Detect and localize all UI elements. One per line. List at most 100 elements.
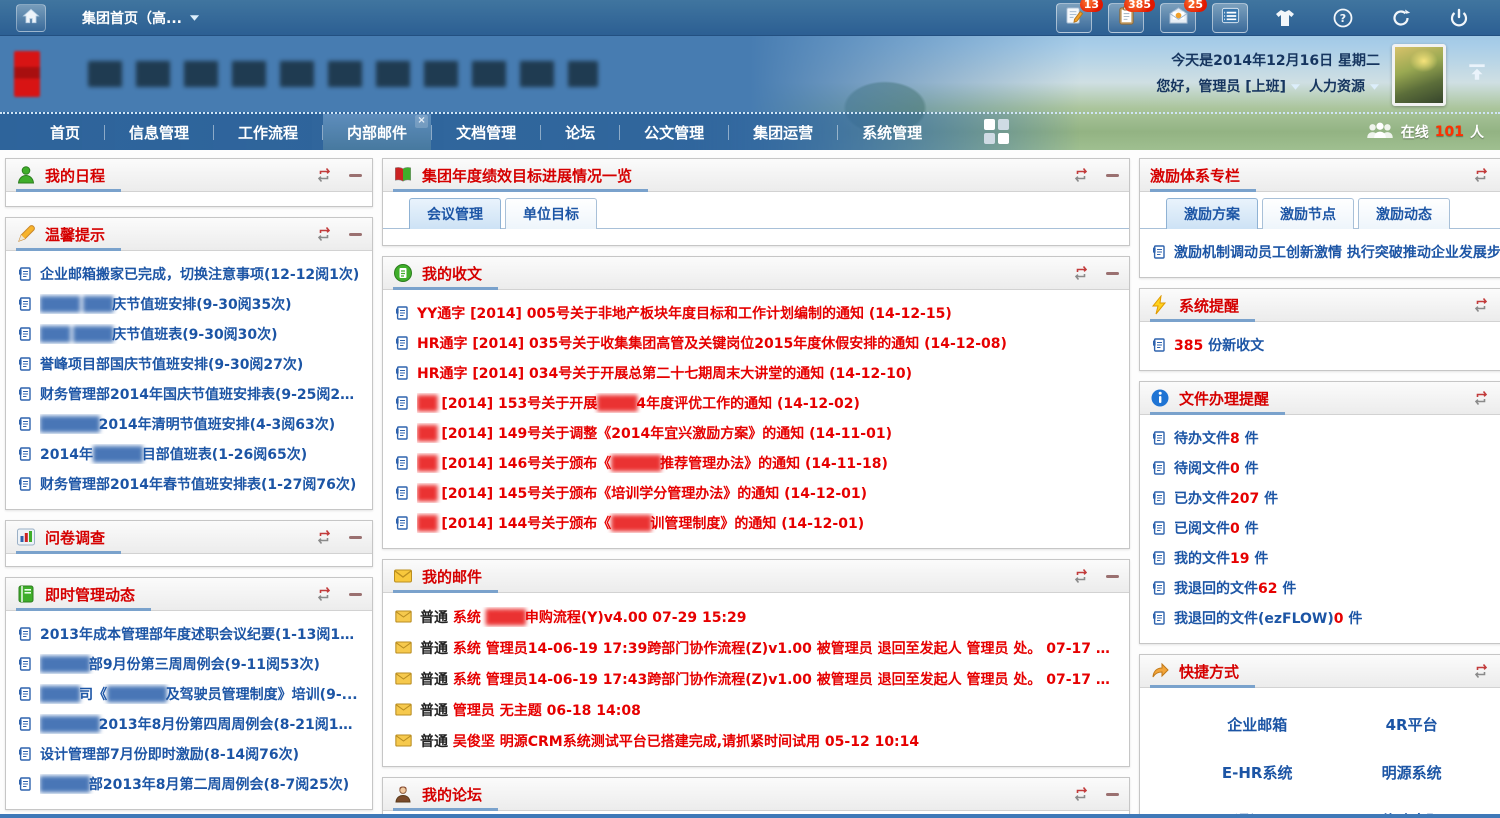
list-item[interactable]: █████部2013年8月第二周周例会(8-7阅25次)	[18, 769, 360, 799]
refresh-icon[interactable]	[1472, 390, 1490, 406]
tab-激励方案[interactable]: 激励方案	[1166, 198, 1258, 229]
nav-item-label: 信息管理	[129, 122, 189, 143]
list-item[interactable]: YY通字 [2014] 005号关于非地产板块年度目标和工作计划编制的通知 (1…	[395, 298, 1117, 328]
nav-item-集团运营[interactable]: 集团运营	[729, 114, 837, 150]
collapse-icon[interactable]	[1106, 272, 1119, 275]
mail-button[interactable]: 25	[1160, 3, 1196, 33]
collapse-icon[interactable]	[349, 593, 362, 596]
compose-button[interactable]: 13	[1056, 3, 1092, 33]
list-item[interactable]: ██████2013年8月份第四周周例会(8-21阅18次)	[18, 709, 360, 739]
collapse-header-button[interactable]	[1466, 62, 1488, 86]
list-item[interactable]: 普通 系统 管理员14-06-19 17:43跨部门协作流程(Z)v1.00 被…	[395, 663, 1117, 694]
list-item[interactable]: 普通 系统 管理员14-06-19 17:39跨部门协作流程(Z)v1.00 被…	[395, 632, 1117, 663]
shortcut-link[interactable]: 企业邮箱	[1227, 714, 1287, 735]
list-item[interactable]: 我退回的文件(ezFLOW)0 件	[1152, 603, 1500, 633]
apps-grid-icon[interactable]	[984, 119, 1010, 145]
refresh-icon[interactable]	[315, 167, 333, 183]
avatar[interactable]	[1392, 44, 1446, 106]
panel-list: 激励机制调动员工创新激情 执行突破推动企业发展步...	[1140, 229, 1500, 277]
list-item[interactable]: 设计管理部7月份即时激励(8-14阅76次)	[18, 739, 360, 769]
tab-激励动态[interactable]: 激励动态	[1358, 198, 1450, 229]
collapse-icon[interactable]	[349, 536, 362, 539]
nav-item-论坛[interactable]: 论坛	[541, 114, 619, 150]
list-item[interactable]: 普通 系统 ████申购流程(Y)v4.00 07-29 15:29	[395, 601, 1117, 632]
refresh-icon[interactable]	[1072, 786, 1090, 802]
refresh-icon[interactable]	[315, 586, 333, 602]
list-item[interactable]: 激励机制调动员工创新激情 执行突破推动企业发展步...	[1152, 237, 1500, 267]
list-item[interactable]: HR通字 [2014] 035号关于收集集团高管及关键岗位2015年度休假安排的…	[395, 328, 1117, 358]
list-item[interactable]: ███ ████庆节值班表(9-30阅30次)	[18, 319, 360, 349]
refresh-icon[interactable]	[315, 226, 333, 242]
refresh-icon[interactable]	[1072, 265, 1090, 281]
collapse-icon[interactable]	[349, 233, 362, 236]
nav-item-公文管理[interactable]: 公文管理	[620, 114, 728, 150]
nav-item-系统管理[interactable]: 系统管理	[838, 114, 946, 150]
doc-item-icon	[18, 717, 32, 731]
list-item[interactable]: ██████2014年清明节值班安排(4-3阅63次)	[18, 409, 360, 439]
list-item[interactable]: 已阅文件0 件	[1152, 513, 1500, 543]
nav-item-首页[interactable]: 首页	[26, 114, 104, 150]
user-status-dropdown[interactable]: 您好，管理员 [上班]	[1156, 74, 1301, 100]
list-button[interactable]	[1212, 3, 1248, 33]
greeting-text: 您好，管理员 [上班]	[1156, 74, 1286, 100]
nav-item-工作流程[interactable]: 工作流程	[214, 114, 322, 150]
refresh-icon[interactable]	[1472, 663, 1490, 679]
shortcut-link[interactable]: E-HR系统	[1222, 762, 1293, 783]
nav-item-文档管理[interactable]: 文档管理	[432, 114, 540, 150]
list-item[interactable]: 财务管理部2014年国庆节值班安排表(9-25阅27次)	[18, 379, 360, 409]
refresh-icon[interactable]	[1472, 167, 1490, 183]
list-item[interactable]: 普通 吴俊坚 明源CRM系统测试平台已搭建完成,请抓紧时间试用 05-12 10…	[395, 725, 1117, 756]
refresh-icon[interactable]	[315, 529, 333, 545]
list-item[interactable]: ██ [2014] 144号关于颁布《████训管理制度》的通知 (14-12-…	[395, 508, 1117, 538]
list-item[interactable]: 待阅文件0 件	[1152, 453, 1500, 483]
list-item[interactable]: 2013年成本管理部年度述职会议纪要(1-13阅113次)	[18, 619, 360, 649]
tab-单位目标[interactable]: 单位目标	[505, 198, 597, 229]
shortcut-link[interactable]: 4R平台	[1386, 714, 1438, 735]
collapse-icon[interactable]	[1106, 793, 1119, 796]
list-item[interactable]: HR通字 [2014] 034号关于开展总第二十七期周末大讲堂的通知 (14-1…	[395, 358, 1117, 388]
panel-header: 快捷方式	[1140, 655, 1500, 688]
home-button[interactable]	[16, 4, 46, 32]
list-item[interactable]: 我的文件19 件	[1152, 543, 1500, 573]
department-dropdown[interactable]: 人力资源	[1309, 74, 1380, 100]
online-count: 101	[1435, 124, 1464, 140]
list-item[interactable]: ██ [2014] 153号关于开展████4年度评优工作的通知 (14-12-…	[395, 388, 1117, 418]
shortcut-link[interactable]: 明源系统	[1382, 762, 1442, 783]
list-item[interactable]: █████部9月份第三周周例会(9-11阅53次)	[18, 649, 360, 679]
refresh-icon[interactable]	[1072, 167, 1090, 183]
list-item[interactable]: 385 份新收文	[1152, 330, 1500, 360]
list-item[interactable]: 誉峰项目部国庆节值班安排(9-30阅27次)	[18, 349, 360, 379]
nav-item-信息管理[interactable]: 信息管理	[105, 114, 213, 150]
list-item[interactable]: 2014年█████目部值班表(1-26阅65次)	[18, 439, 360, 469]
list-item[interactable]: ████ ███庆节值班安排(9-30阅35次)	[18, 289, 360, 319]
doc-item-icon	[1152, 581, 1166, 595]
list-item[interactable]: 已办文件207 件	[1152, 483, 1500, 513]
list-item[interactable]: 我退回的文件62 件	[1152, 573, 1500, 603]
list-item[interactable]: 待办文件8 件	[1152, 423, 1500, 453]
help-button[interactable]: ?	[1332, 7, 1354, 29]
list-item[interactable]: ██ [2014] 145号关于颁布《培训学分管理办法》的通知 (14-12-0…	[395, 478, 1117, 508]
list-item[interactable]: 企业邮箱搬家已完成，切换注意事项(12-12阅1次)	[18, 259, 360, 289]
list-item[interactable]: ██ [2014] 146号关于颁布《█████推荐管理办法》的通知 (14-1…	[395, 448, 1117, 478]
list-item[interactable]: ████司《██████及驾驶员管理制度》培训(9-...	[18, 679, 360, 709]
power-button[interactable]	[1448, 7, 1470, 29]
collapse-icon[interactable]	[349, 174, 362, 177]
nav-item-内部邮件[interactable]: 内部邮件×	[323, 114, 431, 150]
portal-switcher[interactable]: 集团首页（高...	[82, 8, 200, 28]
clipboard-button[interactable]: 385	[1108, 3, 1144, 33]
tab-激励节点[interactable]: 激励节点	[1262, 198, 1354, 229]
list-item[interactable]: 财务管理部2014年春节值班安排表(1-27阅76次)	[18, 469, 360, 499]
collapse-icon[interactable]	[1106, 575, 1119, 578]
close-icon[interactable]: ×	[415, 115, 428, 128]
tab-会议管理[interactable]: 会议管理	[409, 198, 501, 229]
refresh-icon[interactable]	[1072, 568, 1090, 584]
panel-title: 我的论坛	[422, 784, 482, 805]
panel-list: 385 份新收文	[1140, 322, 1500, 370]
refresh-button[interactable]	[1390, 7, 1412, 29]
shirt-button[interactable]	[1274, 7, 1296, 29]
doc-item-icon	[18, 747, 32, 761]
collapse-icon[interactable]	[1106, 174, 1119, 177]
refresh-icon[interactable]	[1472, 297, 1490, 313]
list-item[interactable]: 普通 管理员 无主题 06-18 14:08	[395, 694, 1117, 725]
list-item[interactable]: ██ [2014] 149号关于调整《2014年宜兴激励方案》的通知 (14-1…	[395, 418, 1117, 448]
